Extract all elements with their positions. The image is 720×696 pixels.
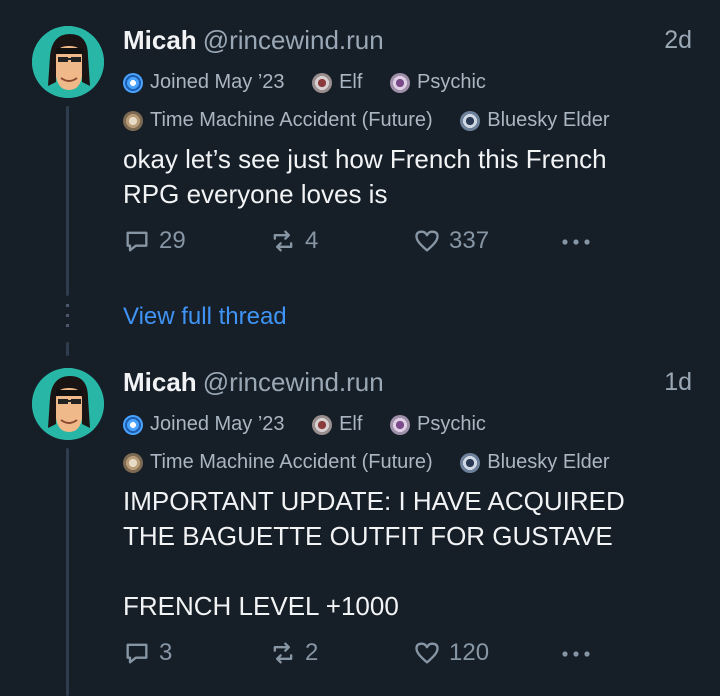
view-full-thread-link[interactable]: View full thread: [123, 303, 287, 331]
badge-label: Psychic: [417, 413, 486, 435]
time-machine-badge-icon: [123, 452, 143, 473]
badge-label: Elf: [339, 413, 363, 435]
avatar[interactable]: [32, 368, 104, 440]
time-machine-badge-icon: [123, 110, 143, 131]
badge-row: Joined May ’23 Elf Psychic: [123, 71, 508, 99]
reply-button[interactable]: 29: [123, 227, 186, 255]
post-2[interactable]: Micah @rincewind.run 1d Joined May ’23 El…: [0, 342, 720, 696]
more-dots-icon: [562, 239, 590, 245]
author-handle[interactable]: @rincewind.run: [203, 25, 384, 55]
repost-count: 4: [305, 227, 319, 254]
more-options-button[interactable]: [559, 639, 601, 667]
badge-joined[interactable]: Joined May ’23: [123, 71, 285, 94]
timestamp[interactable]: 1d: [664, 368, 692, 397]
badge-label: Bluesky Elder: [487, 109, 610, 131]
repost-button[interactable]: 4: [269, 227, 318, 255]
badge-psychic[interactable]: Psychic: [390, 413, 486, 436]
like-count: 120: [449, 639, 490, 666]
repost-icon: [273, 642, 293, 664]
badge-time-machine[interactable]: Time Machine Accident (Future): [123, 109, 433, 132]
repost-button[interactable]: 2: [269, 639, 318, 667]
badge-label: Psychic: [417, 71, 486, 93]
timestamp[interactable]: 2d: [664, 26, 692, 55]
repost-count: 2: [305, 639, 319, 666]
badge-label: Time Machine Accident (Future): [150, 451, 433, 473]
author-name[interactable]: Micah: [123, 367, 197, 397]
badge-bluesky-elder[interactable]: Bluesky Elder: [460, 109, 610, 132]
badge-time-machine[interactable]: Time Machine Accident (Future): [123, 451, 433, 474]
more-options-button[interactable]: [559, 227, 601, 255]
badge-label: Time Machine Accident (Future): [150, 109, 433, 131]
author-name[interactable]: Micah: [123, 25, 197, 55]
elf-badge-icon: [312, 414, 333, 435]
avatar[interactable]: [32, 26, 104, 98]
badge-elf[interactable]: Elf: [312, 413, 362, 436]
bluesky-elder-badge-icon: [460, 452, 481, 473]
like-button[interactable]: 120: [413, 639, 489, 667]
bluesky-elder-badge-icon: [460, 110, 481, 131]
post-header: Micah @rincewind.run: [123, 367, 384, 398]
post-header: Micah @rincewind.run: [123, 25, 384, 56]
badge-row: Joined May ’23 Elf Psychic: [123, 413, 508, 441]
badge-psychic[interactable]: Psychic: [390, 71, 486, 94]
badge-label: Joined May ’23: [150, 71, 285, 93]
author-handle[interactable]: @rincewind.run: [203, 367, 384, 397]
badge-label: Elf: [339, 71, 363, 93]
more-dots-icon: [562, 651, 590, 657]
reply-button[interactable]: 3: [123, 639, 172, 667]
post-actions: 3 2 120: [123, 639, 603, 669]
badge-row: Time Machine Accident (Future) Bluesky E…: [123, 451, 632, 479]
globe-badge-icon: [123, 414, 143, 435]
thread-line: [66, 106, 69, 296]
badge-elf[interactable]: Elf: [312, 71, 362, 94]
repost-icon: [273, 230, 293, 252]
heart-icon: [415, 230, 439, 252]
badge-bluesky-elder[interactable]: Bluesky Elder: [460, 451, 610, 474]
post-text: okay let’s see just how French this Fren…: [123, 144, 607, 209]
avatar-image: [32, 26, 104, 98]
globe-badge-icon: [123, 72, 143, 93]
reply-count: 29: [159, 227, 186, 254]
post-text: IMPORTANT UPDATE: I HAVE ACQUIRED THE BA…: [123, 486, 625, 621]
elf-badge-icon: [312, 72, 333, 93]
thread-gap-dots: [66, 304, 69, 334]
like-button[interactable]: 337: [413, 227, 489, 255]
badge-row: Time Machine Accident (Future) Bluesky E…: [123, 109, 632, 137]
reply-icon: [126, 231, 148, 252]
post-1[interactable]: Micah @rincewind.run 2d Joined May ’23 El…: [0, 0, 720, 296]
post-actions: 29 4 337: [123, 227, 603, 257]
like-count: 337: [449, 227, 490, 254]
reply-icon: [126, 643, 148, 664]
psychic-badge-icon: [390, 72, 410, 93]
badge-label: Joined May ’23: [150, 413, 285, 435]
avatar-image: [32, 368, 104, 440]
psychic-badge-icon: [390, 414, 410, 435]
badge-label: Bluesky Elder: [487, 451, 610, 473]
heart-icon: [415, 642, 439, 664]
reply-count: 3: [159, 639, 173, 666]
badge-joined[interactable]: Joined May ’23: [123, 413, 285, 436]
thread-line: [66, 448, 69, 696]
